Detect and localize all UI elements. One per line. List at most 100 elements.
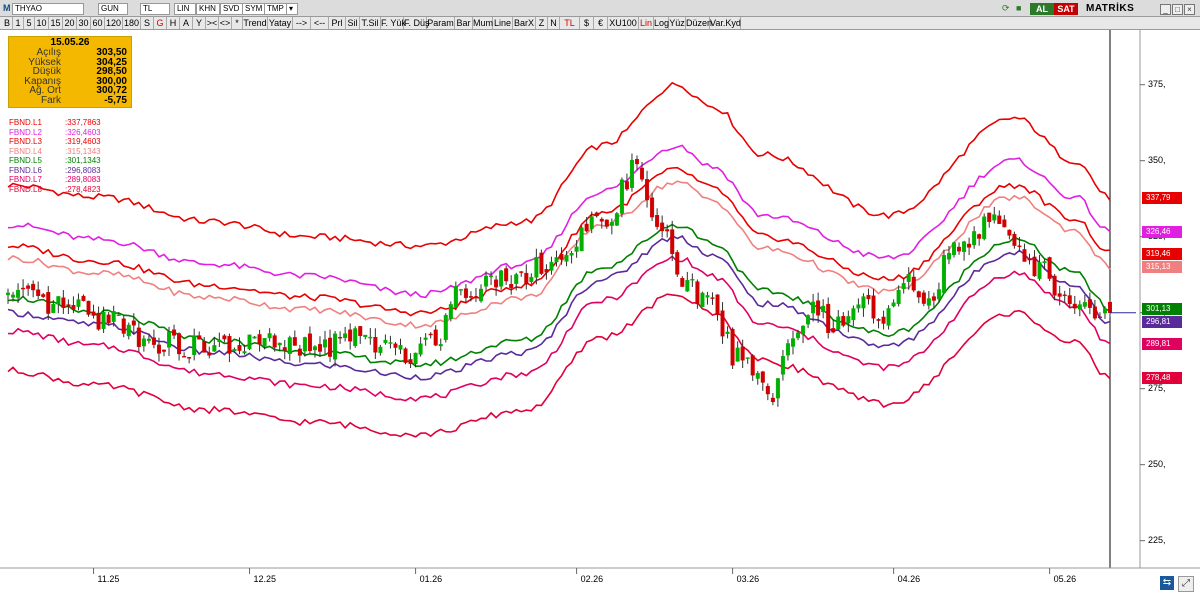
candle-body (992, 214, 997, 221)
tool-button-36[interactable]: € (594, 17, 608, 29)
symbol-field[interactable]: THYAO (12, 3, 84, 15)
candle-body (886, 308, 891, 326)
tool-button-4[interactable]: 15 (49, 17, 63, 29)
candle-body (61, 297, 66, 308)
chart-background (0, 30, 1200, 597)
resize-icon[interactable]: ⤢ (1178, 576, 1194, 592)
tool-button-38[interactable]: Lin (639, 17, 654, 29)
svd-button[interactable]: SVD (220, 3, 244, 15)
candle-body (91, 311, 96, 316)
candle-body (333, 333, 338, 360)
candle-body (202, 340, 207, 353)
matriks-m-icon[interactable]: M (3, 1, 11, 15)
close-icon[interactable]: × (1184, 4, 1195, 15)
tool-button-41[interactable]: Düzen (686, 17, 712, 29)
tool-button-11[interactable]: G (154, 17, 167, 29)
candle-body (921, 292, 926, 304)
tool-button-27[interactable]: Param (427, 17, 455, 29)
candle-body (851, 308, 856, 321)
tool-button-10[interactable]: S (141, 17, 154, 29)
candle-body (987, 212, 992, 222)
candle-body (589, 216, 594, 230)
tool-button-24[interactable]: T.Sil (360, 17, 381, 29)
tool-button-15[interactable]: >< (206, 17, 219, 29)
scale-field[interactable]: LIN (174, 3, 196, 15)
tool-button-22[interactable]: Prl (329, 17, 346, 29)
sync-icon[interactable]: ⇆ (1160, 576, 1174, 590)
candle-body (11, 294, 16, 298)
candle-body (56, 296, 61, 305)
candle-body (836, 316, 841, 330)
refresh-icon[interactable]: ⟳ (1002, 1, 1010, 15)
tool-button-19[interactable]: Yatay (268, 17, 293, 29)
tool-button-31[interactable]: BarX (513, 17, 536, 29)
tool-button-40[interactable]: Yüz (669, 17, 686, 29)
tool-button-5[interactable]: 20 (63, 17, 77, 29)
x-tick-label: 02.26 (580, 574, 604, 584)
candle-body (569, 252, 574, 256)
green-square-icon[interactable]: ■ (1016, 1, 1021, 15)
minimize-icon[interactable]: _ (1160, 4, 1171, 15)
candle-body (524, 272, 529, 285)
candle-body (564, 254, 569, 262)
legend-value: :289,8083 (65, 175, 101, 184)
tool-button-34[interactable]: TL (560, 17, 580, 29)
candle-body (232, 348, 237, 352)
tool-button-18[interactable]: Trend (243, 17, 268, 29)
tool-button-42[interactable]: Var.Kyd (710, 17, 741, 29)
tool-button-32[interactable]: Z (536, 17, 548, 29)
tool-button-8[interactable]: 120 (105, 17, 123, 29)
khn-button[interactable]: KHN (196, 3, 220, 15)
dropdown-arrow-icon[interactable]: ▾ (286, 3, 298, 15)
tool-button-0[interactable]: B (2, 17, 13, 29)
maximize-icon[interactable]: □ (1172, 4, 1183, 15)
tool-button-35[interactable]: $ (580, 17, 594, 29)
candle-body (604, 219, 609, 227)
candle-body (1092, 306, 1097, 319)
tmp-button[interactable]: TMP (264, 3, 288, 15)
candle-body (71, 305, 76, 310)
tool-button-26[interactable]: F. Düş (404, 17, 430, 29)
tool-button-7[interactable]: 60 (91, 17, 105, 29)
tool-button-9[interactable]: 180 (123, 17, 141, 29)
tool-button-37[interactable]: XU100 (608, 17, 639, 29)
candle-body (484, 275, 489, 287)
tool-button-21[interactable]: <-- (311, 17, 329, 29)
candle-body (891, 302, 896, 307)
tool-button-28[interactable]: Bar (455, 17, 473, 29)
tool-button-29[interactable]: Mum (473, 17, 493, 29)
tool-button-6[interactable]: 30 (77, 17, 91, 29)
candle-body (599, 218, 604, 222)
tool-button-39[interactable]: Log (654, 17, 669, 29)
tool-button-12[interactable]: H (167, 17, 180, 29)
price-chart[interactable] (0, 30, 1200, 597)
candle-body (368, 336, 373, 339)
sell-button[interactable]: SAT (1054, 3, 1078, 15)
tool-button-3[interactable]: 10 (35, 17, 49, 29)
tool-button-16[interactable]: <> (219, 17, 232, 29)
candle-body (574, 246, 579, 252)
buy-button[interactable]: AL (1030, 3, 1054, 15)
legend-item: FBND.L7:289,8083 (9, 175, 101, 185)
legend-name: FBND.L2 (9, 127, 42, 137)
candle-body (388, 342, 393, 344)
period-field[interactable]: GUN (98, 3, 128, 15)
tool-button-2[interactable]: 5 (24, 17, 35, 29)
tool-button-17[interactable]: * (232, 17, 243, 29)
currency-field[interactable]: TL (140, 3, 170, 15)
tool-button-20[interactable]: --> (293, 17, 311, 29)
tool-button-25[interactable]: F. Yük (381, 17, 406, 29)
tool-button-14[interactable]: Y (193, 17, 206, 29)
tool-button-33[interactable]: N (548, 17, 560, 29)
tool-button-1[interactable]: 1 (13, 17, 24, 29)
tool-button-30[interactable]: Line (493, 17, 513, 29)
tool-button-13[interactable]: A (180, 17, 193, 29)
candle-body (277, 342, 282, 346)
y-tick-label: 225, (1148, 534, 1166, 545)
candle-body (634, 158, 639, 165)
sym-button[interactable]: SYM (242, 3, 266, 15)
candle-body (619, 179, 624, 214)
tool-button-23[interactable]: Sil (346, 17, 360, 29)
candle-body (670, 229, 675, 255)
candle-body (328, 337, 333, 357)
